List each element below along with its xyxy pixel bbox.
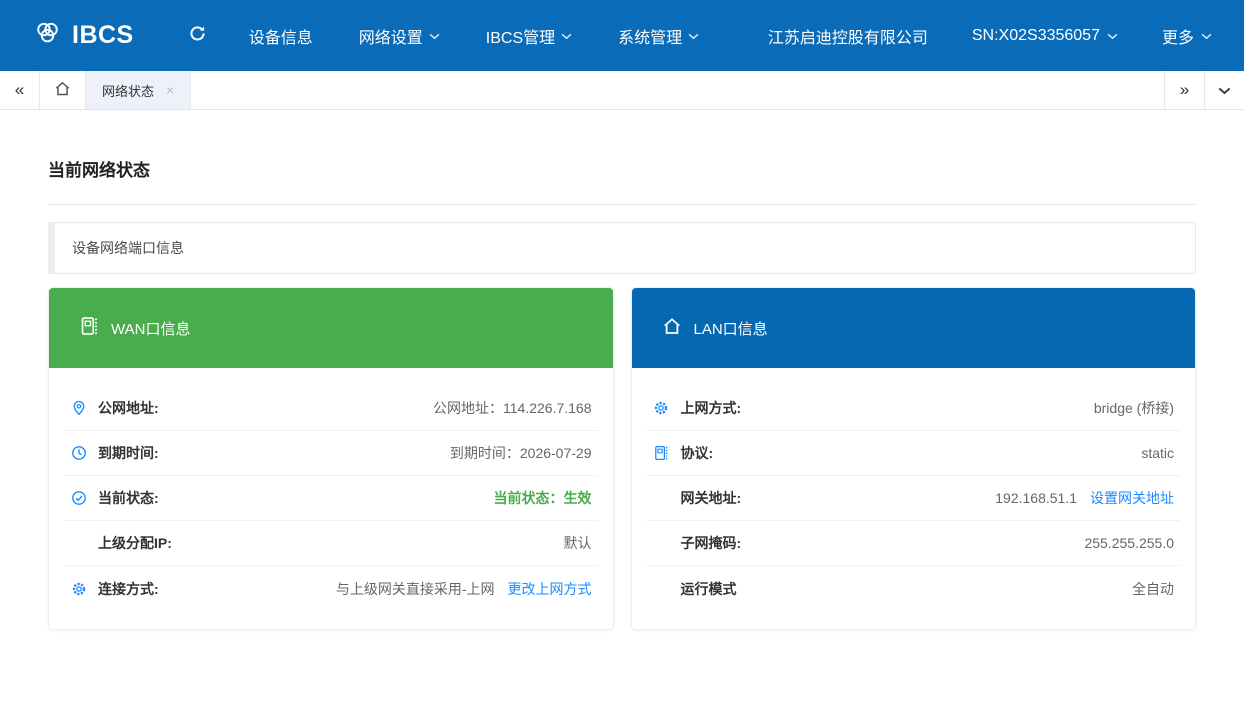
info-row: 连接方式: 与上级网关直接采用-上网更改上网方式 — [64, 566, 598, 611]
info-row: 子网掩码: 255.255.255.0 — [647, 521, 1181, 566]
row-value: 192.168.51.1 — [995, 490, 1077, 506]
icon-spacer — [653, 580, 670, 597]
menu-item-1[interactable]: 设备信息 — [249, 24, 313, 48]
chevron-down-icon — [1107, 27, 1118, 45]
row-label: 公网地址: — [98, 398, 159, 418]
chevron-down-icon — [1201, 27, 1212, 45]
card-title: WAN口信息 — [111, 318, 190, 339]
brand-logo[interactable]: IBCS — [32, 17, 134, 55]
menu-item-label: 网络设置 — [359, 24, 423, 48]
menu-item-4[interactable]: 系统管理 — [618, 24, 699, 48]
row-label: 到期时间: — [98, 443, 159, 463]
info-row: 上级分配IP: 默认 — [64, 521, 598, 566]
menu-item-label: IBCS管理 — [486, 24, 555, 48]
section-header: 设备网络端口信息 — [48, 222, 1196, 274]
scroll-tabs-right-button[interactable]: » — [1164, 71, 1204, 109]
refresh-icon — [188, 24, 207, 48]
row-label: 运行模式 — [681, 579, 737, 599]
row-action-link[interactable]: 设置网关地址 — [1090, 488, 1174, 508]
gear-icon — [70, 580, 87, 597]
info-row: 上网方式: bridge (桥接) — [647, 386, 1181, 431]
row-value: 当前状态：生效 — [494, 488, 592, 508]
menu-item-3[interactable]: IBCS管理 — [486, 24, 572, 48]
card-body: 上网方式: bridge (桥接) 协议: static 网关地址: 192.168.51… — [632, 368, 1196, 629]
main-content: 当前网络状态 设备网络端口信息 WAN口信息 公网地址: 公网地址：114.226… — [0, 156, 1244, 630]
card-title: LAN口信息 — [694, 318, 768, 339]
refresh-button[interactable] — [188, 24, 207, 48]
info-row: 公网地址: 公网地址：114.226.7.168 — [64, 386, 598, 431]
info-row: 当前状态: 当前状态：生效 — [64, 476, 598, 521]
location-pin-icon — [70, 400, 87, 417]
chevron-down-icon — [688, 27, 699, 45]
row-value: 公网地址：114.226.7.168 — [433, 398, 592, 418]
home-icon — [662, 316, 682, 340]
row-label: 连接方式: — [98, 579, 159, 599]
row-value: 到期时间：2026-07-29 — [450, 443, 592, 463]
row-action-link[interactable]: 更改上网方式 — [508, 579, 592, 599]
tab-bar: « 网络状态 × » — [0, 71, 1244, 110]
row-value: bridge (桥接) — [1094, 398, 1174, 418]
row-label: 子网掩码: — [681, 533, 742, 553]
card-header: LAN口信息 — [632, 288, 1196, 368]
card-body: 公网地址: 公网地址：114.226.7.168 到期时间: 到期时间：2026-07… — [49, 368, 613, 629]
row-label: 网关地址: — [681, 488, 742, 508]
card-header: WAN口信息 — [49, 288, 613, 368]
row-label: 上级分配IP: — [98, 533, 172, 553]
clock-icon — [70, 445, 87, 462]
menu-item-label: 系统管理 — [618, 24, 682, 48]
section-title: 设备网络端口信息 — [72, 238, 184, 258]
serial-number: SN:X02S3356057 — [972, 27, 1100, 45]
tab-list-dropdown-button[interactable] — [1204, 71, 1244, 109]
company-name: 江苏启迪控股有限公司 — [768, 24, 928, 48]
check-circle-icon — [70, 490, 87, 507]
row-value: 默认 — [564, 533, 592, 553]
row-label: 协议: — [681, 443, 714, 463]
tab-network-status[interactable]: 网络状态 × — [86, 71, 191, 109]
info-card: WAN口信息 公网地址: 公网地址：114.226.7.168 到期时间: 到期时间：… — [48, 287, 614, 630]
tab-label: 网络状态 — [102, 81, 154, 100]
page-title: 当前网络状态 — [48, 156, 1196, 181]
top-navbar: IBCS 设备信息 网络设置 IBCS管理 系统管理 江苏启迪控股有限公司 SN:X0… — [0, 0, 1244, 71]
more-label: 更多 — [1162, 24, 1194, 48]
info-row: 运行模式 全自动 — [647, 566, 1181, 611]
main-menu: 设备信息 网络设置 IBCS管理 系统管理 — [249, 24, 699, 48]
home-tab[interactable] — [40, 71, 86, 109]
row-value: 全自动 — [1132, 579, 1174, 599]
icon-spacer — [653, 490, 670, 507]
card-reader-icon — [79, 316, 99, 340]
divider — [48, 204, 1196, 205]
chevron-down-icon — [1218, 80, 1231, 100]
brand-name: IBCS — [72, 21, 134, 50]
card-reader-icon — [653, 445, 670, 462]
info-card: LAN口信息 上网方式: bridge (桥接) 协议: static 网关地址: 192… — [631, 287, 1197, 630]
scroll-tabs-left-button[interactable]: « — [0, 71, 40, 109]
tab-bar-right: » — [1164, 71, 1244, 109]
menu-item-2[interactable]: 网络设置 — [359, 24, 440, 48]
info-row: 协议: static — [647, 431, 1181, 476]
navbar-right: 江苏启迪控股有限公司 SN:X02S3356057 更多 — [768, 24, 1212, 48]
knot-icon — [32, 17, 63, 55]
row-value: 与上级网关直接采用-上网 — [336, 579, 495, 599]
info-row: 到期时间: 到期时间：2026-07-29 — [64, 431, 598, 476]
row-value: 255.255.255.0 — [1084, 535, 1174, 551]
close-icon[interactable]: × — [166, 83, 174, 97]
chevron-down-icon — [429, 27, 440, 45]
menu-item-label: 设备信息 — [249, 24, 313, 48]
icon-spacer — [653, 535, 670, 552]
row-value: static — [1141, 445, 1174, 461]
info-row: 网关地址: 192.168.51.1 设置网关地址 — [647, 476, 1181, 521]
row-label: 当前状态: — [98, 488, 159, 508]
port-info-cards: WAN口信息 公网地址: 公网地址：114.226.7.168 到期时间: 到期时间：… — [48, 287, 1196, 630]
home-icon — [54, 80, 71, 100]
more-menu[interactable]: 更多 — [1162, 24, 1212, 48]
chevron-down-icon — [561, 27, 572, 45]
icon-spacer — [70, 535, 87, 552]
serial-number-dropdown[interactable]: SN:X02S3356057 — [972, 27, 1118, 45]
gear-icon — [653, 400, 670, 417]
row-label: 上网方式: — [681, 398, 742, 418]
